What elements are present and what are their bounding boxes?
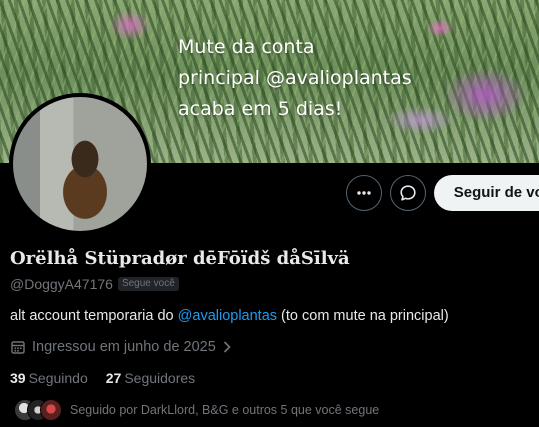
- followers-label: Seguidores: [124, 370, 196, 386]
- mutual-avatar: [40, 399, 62, 421]
- message-icon: [400, 185, 416, 201]
- followers-link[interactable]: 27 Seguidores: [106, 370, 195, 386]
- followers-count: 27: [105, 370, 122, 386]
- avatar[interactable]: [9, 93, 151, 235]
- following-count: 39: [10, 370, 26, 386]
- handle: @DoggyA47176: [10, 276, 113, 292]
- calendar-icon: [11, 341, 25, 354]
- bio-mention-link[interactable]: @avalioplantas: [178, 308, 277, 324]
- display-name: Orëlhå Stüpradør dēFōïdš dåSīlvä: [10, 248, 350, 269]
- follow-back-button[interactable]: Seguir de volta: [434, 175, 539, 211]
- more-button[interactable]: [346, 175, 382, 211]
- banner-text: Mute da conta principal @avalioplantas a…: [178, 36, 412, 120]
- handle-row: @DoggyA47176 Segue você: [10, 276, 179, 292]
- more-icon: [357, 191, 371, 195]
- follow-stats: 39 Seguindo 27 Seguidores: [10, 370, 195, 386]
- followed-by-text: Seguido por DarkLlord, B&G e outros 5 qu…: [70, 403, 380, 417]
- mutual-avatars: [14, 399, 62, 421]
- join-date[interactable]: Ingressou em junho de 2025: [10, 339, 232, 355]
- follows-you-badge: Segue você: [117, 277, 179, 291]
- bio-suffix: (to com mute na principal): [277, 308, 449, 324]
- chevron-right-icon: [223, 341, 231, 353]
- followed-by[interactable]: Seguido por DarkLlord, B&G e outros 5 qu…: [14, 399, 379, 421]
- join-date-label: Ingressou em junho de 2025: [32, 339, 216, 355]
- following-label: Seguindo: [28, 370, 88, 386]
- bio-prefix: alt account temporaria do: [10, 308, 178, 324]
- bio: alt account temporaria do @avalioplantas…: [10, 308, 449, 324]
- message-button[interactable]: [390, 175, 426, 211]
- following-link[interactable]: 39 Seguindo: [10, 370, 88, 386]
